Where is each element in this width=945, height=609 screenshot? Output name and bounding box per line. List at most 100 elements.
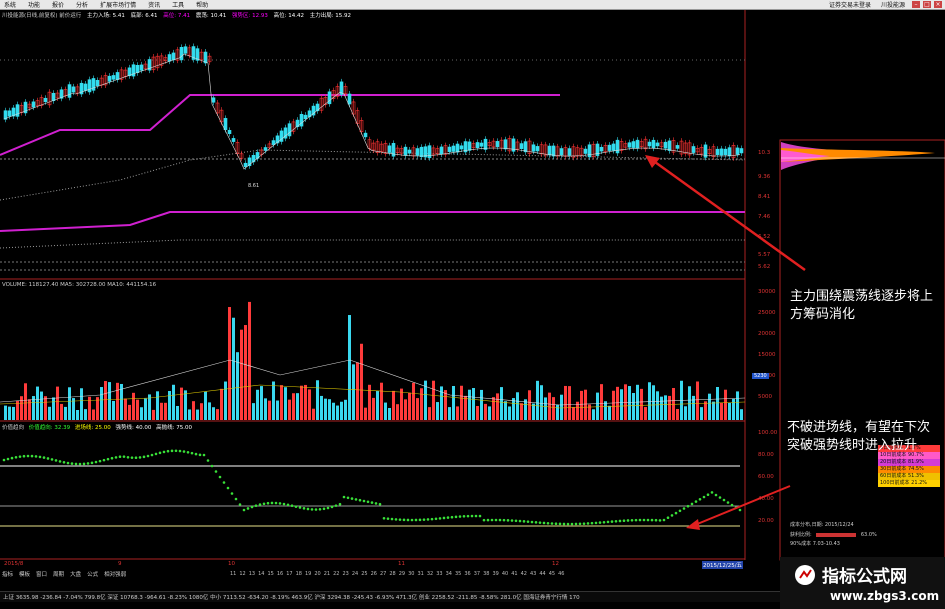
quick-number[interactable]: 39: [493, 571, 499, 577]
indicator-dot: [110, 456, 114, 460]
indicator-dot: [38, 455, 42, 459]
quick-number[interactable]: 40: [502, 571, 508, 577]
indicator-dot: [618, 519, 622, 523]
tab-window[interactable]: 窗口: [36, 570, 47, 578]
quick-number[interactable]: 25: [361, 571, 367, 577]
volume-bar: [340, 401, 343, 420]
indicator-dot: [510, 519, 514, 522]
volume-bar: [68, 387, 71, 420]
indicator-dot: [394, 518, 398, 521]
quick-number[interactable]: 32: [427, 571, 433, 577]
quick-number[interactable]: 43: [530, 571, 536, 577]
indicator-dot: [686, 504, 690, 508]
quick-number[interactable]: 30: [408, 571, 414, 577]
tab-formula[interactable]: 公式: [87, 570, 98, 578]
indicator-dot: [50, 458, 54, 461]
indicator-dot: [370, 501, 374, 504]
candle-body: [407, 149, 412, 154]
quick-number[interactable]: 38: [483, 571, 489, 577]
indicator-dot: [674, 511, 678, 515]
volume-bar: [488, 406, 491, 420]
quick-number[interactable]: 15: [268, 571, 274, 577]
quick-number[interactable]: 19: [305, 571, 311, 577]
candle-body: [167, 54, 172, 62]
indicator-dot: [206, 459, 210, 462]
volume-bar: [352, 364, 355, 420]
indicator-dot: [646, 518, 650, 522]
indicator-value: 高抛线: 75.00: [156, 425, 192, 431]
volume-bar: [224, 381, 227, 420]
candle-body: [211, 97, 216, 103]
indicator-dot: [306, 507, 310, 511]
indicator-dot: [554, 522, 558, 525]
candle-body: [83, 83, 88, 91]
tab-template[interactable]: 模板: [19, 570, 30, 578]
quick-number[interactable]: 36: [464, 571, 470, 577]
quick-number[interactable]: 18: [296, 571, 302, 577]
volume-bar: [144, 398, 147, 420]
quick-number[interactable]: 31: [418, 571, 424, 577]
volume-bar: [12, 406, 15, 420]
candle-body: [87, 79, 92, 93]
volume-bar: [308, 389, 311, 420]
quick-number[interactable]: 27: [380, 571, 386, 577]
quick-number[interactable]: 26: [371, 571, 377, 577]
volume-bar: [104, 381, 107, 420]
quick-number[interactable]: 22: [333, 571, 339, 577]
quick-number[interactable]: 46: [558, 571, 564, 577]
volume-bar: [304, 384, 307, 420]
tab-indicator[interactable]: 指标: [2, 570, 13, 578]
indicator-dot: [134, 456, 138, 459]
volume-bar: [384, 402, 387, 420]
indicator-dot: [366, 500, 370, 504]
volume-bar: [396, 404, 399, 420]
tab-period[interactable]: 周期: [53, 570, 64, 578]
chip-legend-item: 60日前成本 51.3%: [878, 473, 940, 480]
quick-number[interactable]: 11: [230, 571, 236, 577]
quick-number[interactable]: 17: [286, 571, 292, 577]
quick-number[interactable]: 41: [511, 571, 517, 577]
indicator-dot: [730, 503, 734, 507]
candle-body: [243, 162, 248, 168]
volume-bar: [688, 386, 691, 420]
quick-number[interactable]: 20: [314, 571, 320, 577]
quick-number[interactable]: 29: [399, 571, 405, 577]
quick-number[interactable]: 24: [352, 571, 358, 577]
quick-number[interactable]: 28: [389, 571, 395, 577]
indicator-dot: [74, 462, 78, 466]
volume-bar: [60, 403, 63, 420]
volume-bar: [620, 389, 623, 420]
volume-bar: [496, 393, 499, 420]
indicator-dot: [482, 518, 486, 522]
quick-number[interactable]: 35: [455, 571, 461, 577]
tab-relative-strength[interactable]: 相对强弱: [104, 570, 126, 578]
volume-bar: [232, 317, 235, 420]
indicator-dot: [254, 504, 258, 507]
quick-number[interactable]: 44: [539, 571, 545, 577]
quick-number[interactable]: 16: [277, 571, 283, 577]
quick-number[interactable]: 21: [324, 571, 330, 577]
indicator-dot: [442, 516, 446, 520]
quick-number[interactable]: 45: [549, 571, 555, 577]
quick-number[interactable]: 12: [239, 571, 245, 577]
indicator-dot: [638, 518, 642, 522]
tab-market[interactable]: 大盘: [70, 570, 81, 578]
indicator-dot: [550, 522, 554, 525]
indicator-dot: [10, 456, 14, 460]
indicator-dot: [486, 518, 490, 522]
volume-bar: [256, 389, 259, 420]
indicator-dot: [658, 519, 662, 522]
indicator-dot: [702, 495, 706, 499]
quick-number[interactable]: 42: [521, 571, 527, 577]
quick-number[interactable]: 14: [258, 571, 264, 577]
quick-number[interactable]: 13: [249, 571, 255, 577]
quick-number[interactable]: 23: [343, 571, 349, 577]
quick-number[interactable]: 34: [446, 571, 452, 577]
volume-bar: [544, 397, 547, 420]
indicator-dot: [602, 520, 606, 524]
quick-number[interactable]: 33: [436, 571, 442, 577]
indicator-dot: [418, 518, 422, 522]
quick-number[interactable]: 37: [474, 571, 480, 577]
volume-bar: [268, 400, 271, 420]
volume-bar: [8, 406, 11, 420]
